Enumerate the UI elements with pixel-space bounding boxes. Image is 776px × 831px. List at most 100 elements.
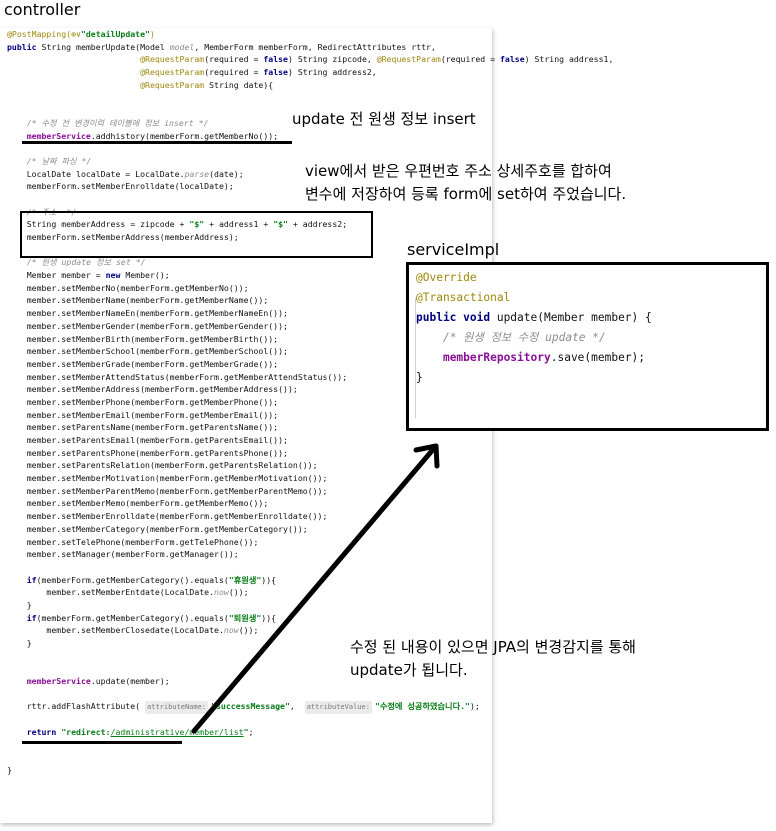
code-token: member.setMemberAddress(memberForm.getMe… [7, 384, 298, 395]
code-token: .addhistory(memberForm.getMemberNo()); [90, 130, 279, 141]
code-token: member.setMemberMemo(memberForm.getMembe… [7, 498, 269, 509]
code-token: ) String address2, [288, 67, 377, 78]
code-line: public String memberUpdate(Model model, … [7, 41, 613, 54]
code-line: member.setMemberEnrolldate(memberForm.ge… [7, 510, 613, 523]
address-note-line-2: 변수에 저장하여 등록 form에 set하여 주었습니다. [305, 185, 627, 203]
code-token: /* 날짜 파싱 */ [26, 155, 92, 166]
code-token: member.setParentsEmail(memberForm.getPar… [7, 435, 288, 445]
code-token: false [263, 54, 288, 65]
code-token: false [499, 54, 525, 65]
code-token: @Transactional [416, 291, 511, 304]
code-token: } [7, 764, 12, 775]
code-token: member.setMemberEntdate(LocalDate. [7, 587, 215, 598]
code-token: /* 수정 전 변경이력 테이블에 정보 insert */ [26, 117, 209, 128]
code-line: member.setParentsEmail(memberForm.getPar… [7, 434, 613, 447]
code-line: member.setManager(memberForm.getManager(… [7, 548, 613, 561]
address-note-line-1: view에서 받은 우편번호 주소 상세주호를 합하여 [305, 162, 612, 180]
code-token: member.setParentsRelation(memberForm.get… [7, 460, 318, 471]
address-note: view에서 받은 우편번호 주소 상세주호를 합하여 변수에 저장하여 등록 … [305, 160, 626, 206]
code-token: memberService [26, 130, 91, 141]
service-code-line: memberRepository.save(member); [416, 348, 652, 368]
code-token: "detailUpdate" [80, 29, 150, 39]
code-token: member.setMemberSchool(memberForm.getMem… [7, 346, 288, 357]
code-token: /* 원생 정보 수정 update */ [442, 331, 606, 344]
code-token: /* 원생 update 정보 set */ [26, 257, 146, 268]
service-impl-code-box: @Override @Transactional public void updat… [406, 262, 769, 431]
code-token: member.setMemberNo(memberForm.getMemberN… [7, 282, 249, 293]
code-token: Member(); [125, 270, 170, 281]
code-token: if [26, 612, 37, 623]
code-line: member.setMemberEntdate(LocalDate.now())… [7, 586, 613, 599]
code-token: memberService [26, 676, 91, 687]
code-token: ) [149, 29, 155, 39]
code-token: member.setMemberGrade(memberForm.getMemb… [7, 358, 279, 369]
code-line: rttr.addFlashAttribute( attributeName: "s… [7, 700, 613, 715]
code-line: member.setParentsRelation(memberForm.get… [7, 459, 613, 472]
insert-note: update 전 원생 정보 insert [292, 110, 476, 128]
code-token: "휴원생" [228, 574, 262, 585]
code-token: @Override [416, 271, 477, 284]
code-token: LocalDate localDate = LocalDate. [7, 168, 185, 179]
code-token: @RequestParam [140, 54, 205, 65]
code-token: )){ [261, 574, 277, 585]
code-token: , [289, 701, 305, 712]
code-token: attributeName: [145, 701, 209, 715]
code-token: member.setMemberNameEn(memberForm.getMem… [7, 308, 288, 319]
code-token: "퇴원생" [228, 612, 262, 623]
code-line: return "redirect:/administrative/member/… [7, 726, 613, 739]
code-line: if(memberForm.getMemberCategory().equals… [7, 612, 613, 625]
code-token: parse [184, 168, 210, 179]
code-line: member.setMemberParentMemo(memberForm.ge… [7, 485, 613, 498]
code-token: member.setParentsPhone(memberForm.getPar… [7, 447, 288, 458]
code-token: String date){ [204, 79, 274, 90]
address-code-highlight-box [20, 211, 373, 258]
code-line: if(memberForm.getMemberCategory().equals… [7, 574, 613, 587]
code-token: new [105, 270, 126, 281]
code-token: ()); [238, 625, 259, 636]
jpa-note-line-1: 수정 된 내용이 있으면 JPA의 변경감지를 통해 [350, 638, 636, 656]
code-token: member.setMemberBirth(memberForm.getMemb… [7, 333, 279, 344]
code-line: @RequestParam String date){ [7, 79, 613, 92]
code-token: member.setParentsName(memberForm.getPare… [7, 422, 279, 433]
code-token: ); [469, 701, 480, 712]
code-token: ()); [228, 587, 249, 598]
code-token: member.setMemberParentMemo(memberForm.ge… [7, 485, 328, 496]
service-code-line: @Override [416, 268, 652, 288]
code-token: now [214, 587, 229, 598]
code-line: member.setMemberCategory(memberForm.getM… [7, 523, 613, 536]
code-line: member.setMemberMotivation(memberForm.ge… [7, 472, 613, 485]
code-token: ; [248, 726, 254, 737]
update-call-underline [22, 741, 182, 744]
code-token: "redirect: [61, 726, 111, 737]
code-token: attributeValue: [304, 701, 372, 715]
code-token: now [223, 625, 239, 636]
code-token: .save(member); [550, 351, 646, 364]
code-token: ) String address1, [524, 54, 614, 65]
jpa-note-line-2: update가 됩니다. [350, 661, 468, 679]
code-token: member.setManager(memberForm.getManager(… [7, 549, 239, 560]
code-token: member.setMemberEmail(memberForm.getMemb… [7, 409, 279, 420]
code-token: member.setTelePhone(memberForm.getTelePh… [7, 536, 259, 547]
code-token: )){ [261, 612, 277, 623]
code-token: @PostMapping( [7, 29, 72, 39]
code-token: false [263, 67, 288, 78]
service-code-line: public void update(Member member) { [416, 308, 652, 328]
code-token: member.setMemberEnrolldate(memberForm.ge… [7, 511, 328, 522]
code-line: } [7, 599, 613, 612]
code-line: @PostMapping(⊕∨"detailUpdate") [7, 28, 613, 41]
code-token: (required = [204, 67, 264, 78]
code-token: ) String zipcode, [288, 54, 377, 65]
code-token: member.setMemberPhone(memberForm.getMemb… [7, 396, 279, 407]
code-token: member.setMemberName(memberForm.getMembe… [7, 295, 269, 306]
